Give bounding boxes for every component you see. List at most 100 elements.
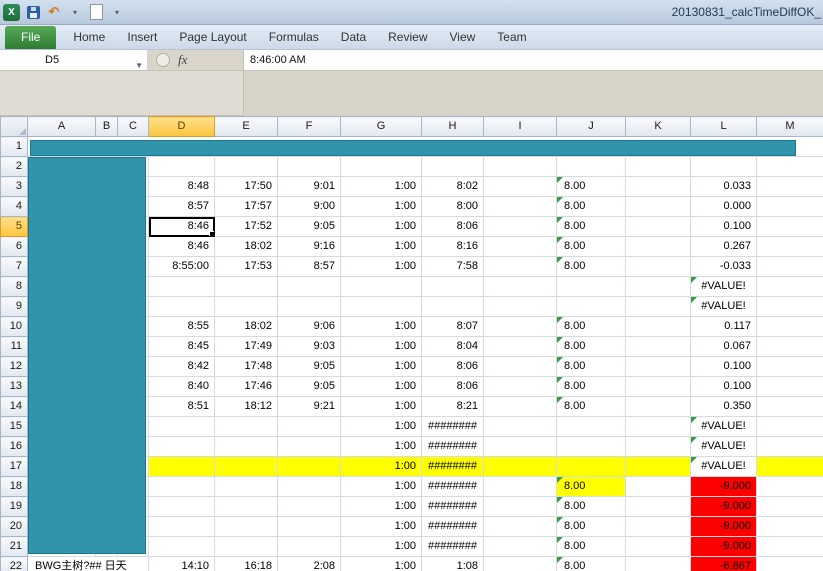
cell-H10[interactable]: 8:07 bbox=[421, 316, 484, 337]
row-header-21[interactable]: 21 bbox=[0, 536, 28, 557]
cell-M12[interactable] bbox=[756, 356, 823, 377]
cell-E18[interactable] bbox=[214, 476, 278, 497]
excel-app-icon[interactable]: X bbox=[3, 3, 20, 21]
cell-D6[interactable]: 8:46 bbox=[148, 236, 215, 257]
cell-K10[interactable] bbox=[625, 316, 691, 337]
cell-M19[interactable] bbox=[756, 496, 823, 517]
cell-F19[interactable] bbox=[277, 496, 341, 517]
cell-M16[interactable] bbox=[756, 436, 823, 457]
cell-D9[interactable] bbox=[148, 296, 215, 317]
cell-J21[interactable]: 8.00 bbox=[556, 536, 626, 557]
cell-E15[interactable] bbox=[214, 416, 278, 437]
cell-I15[interactable] bbox=[483, 416, 557, 437]
cell-H4[interactable]: 8:00 bbox=[421, 196, 484, 217]
cell-K17[interactable] bbox=[625, 456, 691, 477]
cell-E12[interactable]: 17:48 bbox=[214, 356, 278, 377]
cell-D5[interactable]: 8:46 bbox=[148, 216, 215, 237]
cell-J4[interactable]: 8.00 bbox=[556, 196, 626, 217]
column-header-D[interactable]: D bbox=[148, 116, 215, 137]
cell-J20[interactable]: 8.00 bbox=[556, 516, 626, 537]
cell-J12[interactable]: 8.00 bbox=[556, 356, 626, 377]
cell-K8[interactable] bbox=[625, 276, 691, 297]
column-header-E[interactable]: E bbox=[214, 116, 278, 137]
cell-F15[interactable] bbox=[277, 416, 341, 437]
cell-M21[interactable] bbox=[756, 536, 823, 557]
cell-I22[interactable] bbox=[483, 556, 557, 571]
cell-I9[interactable] bbox=[483, 296, 557, 317]
cell-G9[interactable] bbox=[340, 296, 422, 317]
cell-M18[interactable] bbox=[756, 476, 823, 497]
cell-M14[interactable] bbox=[756, 396, 823, 417]
row-header-12[interactable]: 12 bbox=[0, 356, 28, 377]
ribbon-tab-team[interactable]: Team bbox=[486, 26, 537, 49]
cell-J18[interactable]: 8.00 bbox=[556, 476, 626, 497]
cell-E8[interactable] bbox=[214, 276, 278, 297]
cell-J2[interactable] bbox=[556, 156, 626, 177]
cell-K21[interactable] bbox=[625, 536, 691, 557]
column-header-G[interactable]: G bbox=[340, 116, 422, 137]
cell-L17[interactable]: #VALUE! bbox=[690, 456, 757, 477]
row-header-6[interactable]: 6 bbox=[0, 236, 28, 257]
cell-L10[interactable]: 0.117 bbox=[690, 316, 757, 337]
cell-I2[interactable] bbox=[483, 156, 557, 177]
cell-D7[interactable]: 8:55:00 bbox=[148, 256, 215, 277]
cell-F5[interactable]: 9:05 bbox=[277, 216, 341, 237]
cell-M9[interactable] bbox=[756, 296, 823, 317]
row-header-22[interactable]: 22 bbox=[0, 556, 28, 571]
cell-L5[interactable]: 0.100 bbox=[690, 216, 757, 237]
cell-F21[interactable] bbox=[277, 536, 341, 557]
row-header-8[interactable]: 8 bbox=[0, 276, 28, 297]
cell-I13[interactable] bbox=[483, 376, 557, 397]
cell-J17[interactable] bbox=[556, 456, 626, 477]
cell-D16[interactable] bbox=[148, 436, 215, 457]
cell-K14[interactable] bbox=[625, 396, 691, 417]
cell-M20[interactable] bbox=[756, 516, 823, 537]
cell-F11[interactable]: 9:03 bbox=[277, 336, 341, 357]
cell-E7[interactable]: 17:53 bbox=[214, 256, 278, 277]
cell-L18[interactable]: -9.000 bbox=[690, 476, 757, 497]
cell-H8[interactable] bbox=[421, 276, 484, 297]
cell-H12[interactable]: 8:06 bbox=[421, 356, 484, 377]
cell-I18[interactable] bbox=[483, 476, 557, 497]
ribbon-tab-view[interactable]: View bbox=[439, 26, 487, 49]
cell-J13[interactable]: 8.00 bbox=[556, 376, 626, 397]
cell-G7[interactable]: 1:00 bbox=[340, 256, 422, 277]
cell-G22[interactable]: 1:00 bbox=[340, 556, 422, 571]
column-header-I[interactable]: I bbox=[483, 116, 557, 137]
cell-G20[interactable]: 1:00 bbox=[340, 516, 422, 537]
cell-E11[interactable]: 17:49 bbox=[214, 336, 278, 357]
cell-H18[interactable]: ######## bbox=[421, 476, 484, 497]
cell-L14[interactable]: 0.350 bbox=[690, 396, 757, 417]
cell-F14[interactable]: 9:21 bbox=[277, 396, 341, 417]
row-header-4[interactable]: 4 bbox=[0, 196, 28, 217]
cell-E20[interactable] bbox=[214, 516, 278, 537]
row-header-1[interactable]: 1 bbox=[0, 136, 28, 157]
cell-I7[interactable] bbox=[483, 256, 557, 277]
cell-G19[interactable]: 1:00 bbox=[340, 496, 422, 517]
cell-I21[interactable] bbox=[483, 536, 557, 557]
cell-D13[interactable]: 8:40 bbox=[148, 376, 215, 397]
cell-D22[interactable]: 14:10 bbox=[148, 556, 215, 571]
cell-G5[interactable]: 1:00 bbox=[340, 216, 422, 237]
cell-K15[interactable] bbox=[625, 416, 691, 437]
cell-K3[interactable] bbox=[625, 176, 691, 197]
cell-H22[interactable]: 1:08 bbox=[421, 556, 484, 571]
cell-M5[interactable] bbox=[756, 216, 823, 237]
cell-J6[interactable]: 8.00 bbox=[556, 236, 626, 257]
row-header-13[interactable]: 13 bbox=[0, 376, 28, 397]
cell-H15[interactable]: ######## bbox=[421, 416, 484, 437]
cell-G13[interactable]: 1:00 bbox=[340, 376, 422, 397]
cell-M17[interactable] bbox=[756, 456, 823, 477]
cell-I11[interactable] bbox=[483, 336, 557, 357]
row-header-9[interactable]: 9 bbox=[0, 296, 28, 317]
cell-F7[interactable]: 8:57 bbox=[277, 256, 341, 277]
cell-L7[interactable]: -0.033 bbox=[690, 256, 757, 277]
cell-M2[interactable] bbox=[756, 156, 823, 177]
cell-I6[interactable] bbox=[483, 236, 557, 257]
cell-J22[interactable]: 8.00 bbox=[556, 556, 626, 571]
column-header-C[interactable]: C bbox=[117, 116, 149, 137]
cell-E22[interactable]: 16:18 bbox=[214, 556, 278, 571]
cell-F16[interactable] bbox=[277, 436, 341, 457]
ribbon-tab-file[interactable]: File bbox=[5, 26, 57, 49]
cell-D21[interactable] bbox=[148, 536, 215, 557]
